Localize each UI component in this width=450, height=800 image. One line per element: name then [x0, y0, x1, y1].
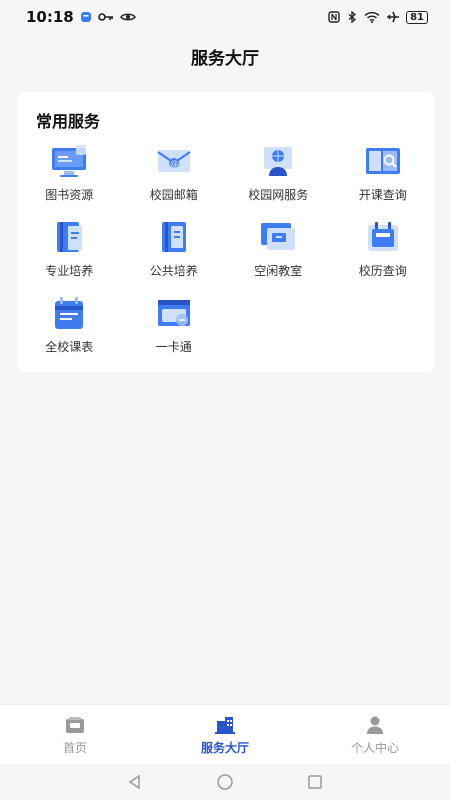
tab-home[interactable]: 首页 — [0, 705, 150, 764]
eye-icon — [119, 13, 136, 21]
service-label: 一卡通 — [155, 340, 192, 354]
service-label: 专业培养 — [45, 264, 94, 278]
tab-label: 个人中心 — [350, 741, 399, 755]
network-service-icon — [264, 147, 293, 176]
service-network[interactable]: 校园网服务 — [226, 142, 331, 210]
service-library[interactable]: 图书资源 — [17, 142, 122, 210]
services-card: 常用服务 图书资源 @ 校园邮箱 校园网服务 开课查询 专业培养 公共培养 空闲… — [17, 92, 435, 372]
status-bar: 10:18 81 — [0, 0, 450, 34]
service-label: 开课查询 — [358, 188, 407, 202]
home-circle-icon — [217, 774, 233, 790]
status-left: 10:18 — [26, 8, 136, 26]
nfc-icon — [328, 11, 340, 23]
services-grid: 图书资源 @ 校园邮箱 校园网服务 开课查询 专业培养 公共培养 空闲教室 校历… — [17, 142, 435, 362]
public-training-icon — [161, 222, 186, 252]
service-label: 空闲教室 — [254, 264, 303, 278]
nav-recents-button[interactable] — [305, 772, 325, 792]
service-label: 校园网服务 — [248, 188, 309, 202]
course-search-icon — [365, 148, 400, 174]
service-label: 校园邮箱 — [149, 188, 198, 202]
home-icon — [66, 717, 84, 733]
service-free-classroom[interactable]: 空闲教室 — [226, 218, 331, 286]
card-title: 常用服务 — [36, 112, 101, 131]
service-label: 图书资源 — [45, 188, 94, 202]
campus-card-icon — [157, 300, 190, 326]
service-label: 全校课表 — [45, 340, 94, 354]
svg-text:@: @ — [170, 159, 178, 168]
service-label: 公共培养 — [149, 264, 198, 278]
service-course-search[interactable]: 开课查询 — [331, 142, 436, 210]
battery-indicator: 81 — [406, 10, 428, 24]
calendar-search-icon — [367, 222, 398, 251]
service-campus-card[interactable]: 一卡通 — [122, 294, 227, 362]
major-training-icon — [57, 222, 83, 252]
airplane-mode-icon — [387, 11, 400, 23]
tab-label: 服务大厅 — [200, 741, 249, 755]
tab-service-hall[interactable]: 服务大厅 — [150, 705, 300, 764]
service-email[interactable]: @ 校园邮箱 — [122, 142, 227, 210]
tab-personal-center[interactable]: 个人中心 — [300, 705, 450, 764]
timetable-icon — [55, 297, 84, 329]
wifi-icon — [364, 11, 380, 23]
service-public-training[interactable]: 公共培养 — [122, 218, 227, 286]
service-label: 校历查询 — [358, 264, 407, 278]
bluetooth-icon — [348, 11, 357, 23]
tab-label: 首页 — [62, 741, 87, 755]
recents-square-icon — [308, 775, 322, 789]
service-hall-icon — [215, 717, 235, 734]
nav-home-button[interactable] — [215, 772, 235, 792]
key-icon — [97, 13, 113, 21]
nav-back-button[interactable] — [125, 772, 145, 792]
email-icon: @ — [157, 150, 191, 172]
app-notification-icon — [80, 12, 91, 22]
status-right: 81 — [328, 10, 428, 24]
library-monitor-icon — [52, 145, 87, 177]
free-classroom-icon — [261, 223, 296, 250]
page-title: 服务大厅 — [191, 49, 259, 69]
bottom-tab-bar: 首页 服务大厅 个人中心 — [0, 704, 450, 764]
status-time: 10:18 — [26, 8, 74, 26]
back-triangle-icon — [128, 774, 140, 790]
service-major-training[interactable]: 专业培养 — [17, 218, 122, 286]
service-timetable[interactable]: 全校课表 — [17, 294, 122, 362]
service-calendar-search[interactable]: 校历查询 — [331, 218, 436, 286]
system-nav-bar — [0, 764, 450, 800]
person-icon — [367, 716, 383, 734]
